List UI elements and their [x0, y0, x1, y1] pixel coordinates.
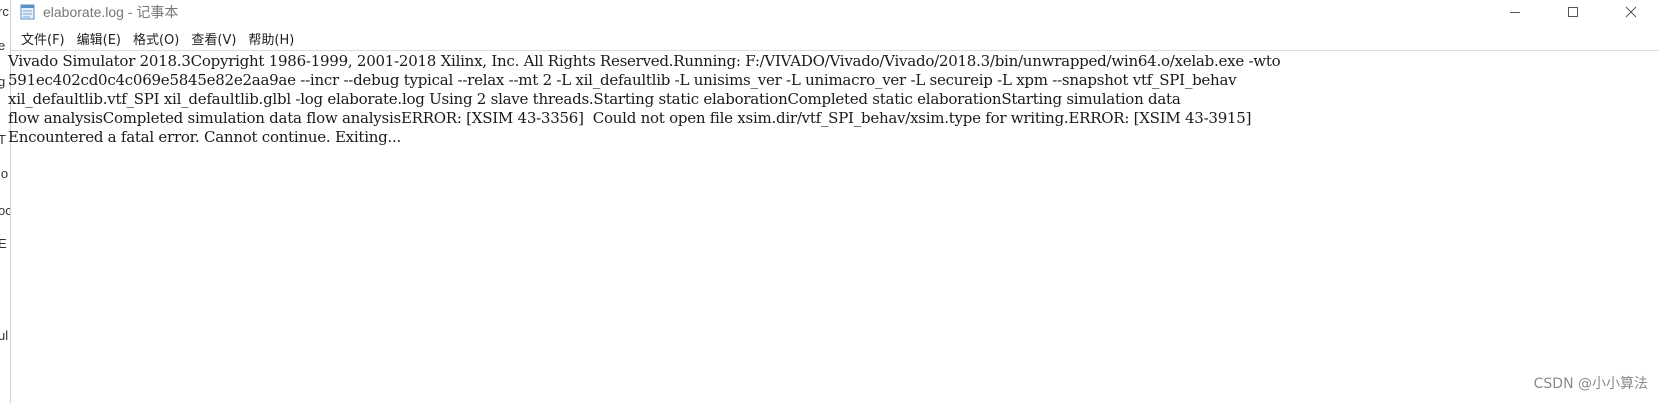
- close-button[interactable]: [1602, 0, 1659, 24]
- menu-view[interactable]: 查看(V): [185, 27, 242, 50]
- background-fragment: l: [0, 294, 1, 309]
- menu-edit[interactable]: 编辑(E): [71, 27, 127, 50]
- window-controls: [1486, 0, 1659, 24]
- screen: rc e g T lo oc E l ul elaborate.log - 记事…: [0, 0, 1659, 403]
- text-line: flow analysisCompleted simulation data f…: [8, 109, 1252, 127]
- background-fragment: rc: [0, 4, 9, 19]
- text-line: Encountered a fatal error. Cannot contin…: [8, 128, 402, 146]
- window-title: elaborate.log - 记事本: [43, 4, 179, 20]
- text-content[interactable]: Vivado Simulator 2018.3Copyright 1986-19…: [8, 51, 1659, 147]
- text-line: Vivado Simulator 2018.3Copyright 1986-19…: [8, 52, 1281, 70]
- background-fragment: g: [0, 74, 6, 89]
- minimize-button[interactable]: [1486, 0, 1544, 24]
- minimize-icon: [1510, 12, 1520, 13]
- menu-help[interactable]: 帮助(H): [242, 27, 300, 50]
- menu-bar: 文件(F) 编辑(E) 格式(O) 查看(V) 帮助(H): [11, 27, 1659, 49]
- notepad-icon: [20, 4, 35, 20]
- menu-file[interactable]: 文件(F): [15, 27, 71, 50]
- background-fragment: E: [0, 236, 7, 251]
- maximize-icon: [1568, 7, 1578, 17]
- notepad-window: elaborate.log - 记事本 文件(F) 编辑(E) 格式(O) 查看…: [8, 0, 1659, 403]
- background-fragment: e: [0, 38, 6, 53]
- text-editor[interactable]: Vivado Simulator 2018.3Copyright 1986-19…: [8, 50, 1659, 403]
- close-icon: [1625, 6, 1637, 18]
- background-fragment: lo: [0, 166, 9, 181]
- background-fragment: oc: [0, 203, 10, 218]
- background-fragment: T: [0, 132, 6, 147]
- text-line: 591ec402cd0c4c069e5845e82e2aa9ae --incr …: [8, 71, 1237, 89]
- menu-format[interactable]: 格式(O): [127, 27, 185, 50]
- watermark: CSDN @小小算法: [1533, 376, 1648, 392]
- background-fragment: ul: [0, 328, 9, 343]
- text-line: xil_defaultlib.vtf_SPI xil_defaultlib.gl…: [8, 90, 1181, 108]
- maximize-button[interactable]: [1544, 0, 1602, 24]
- title-bar[interactable]: elaborate.log - 记事本: [11, 0, 1659, 24]
